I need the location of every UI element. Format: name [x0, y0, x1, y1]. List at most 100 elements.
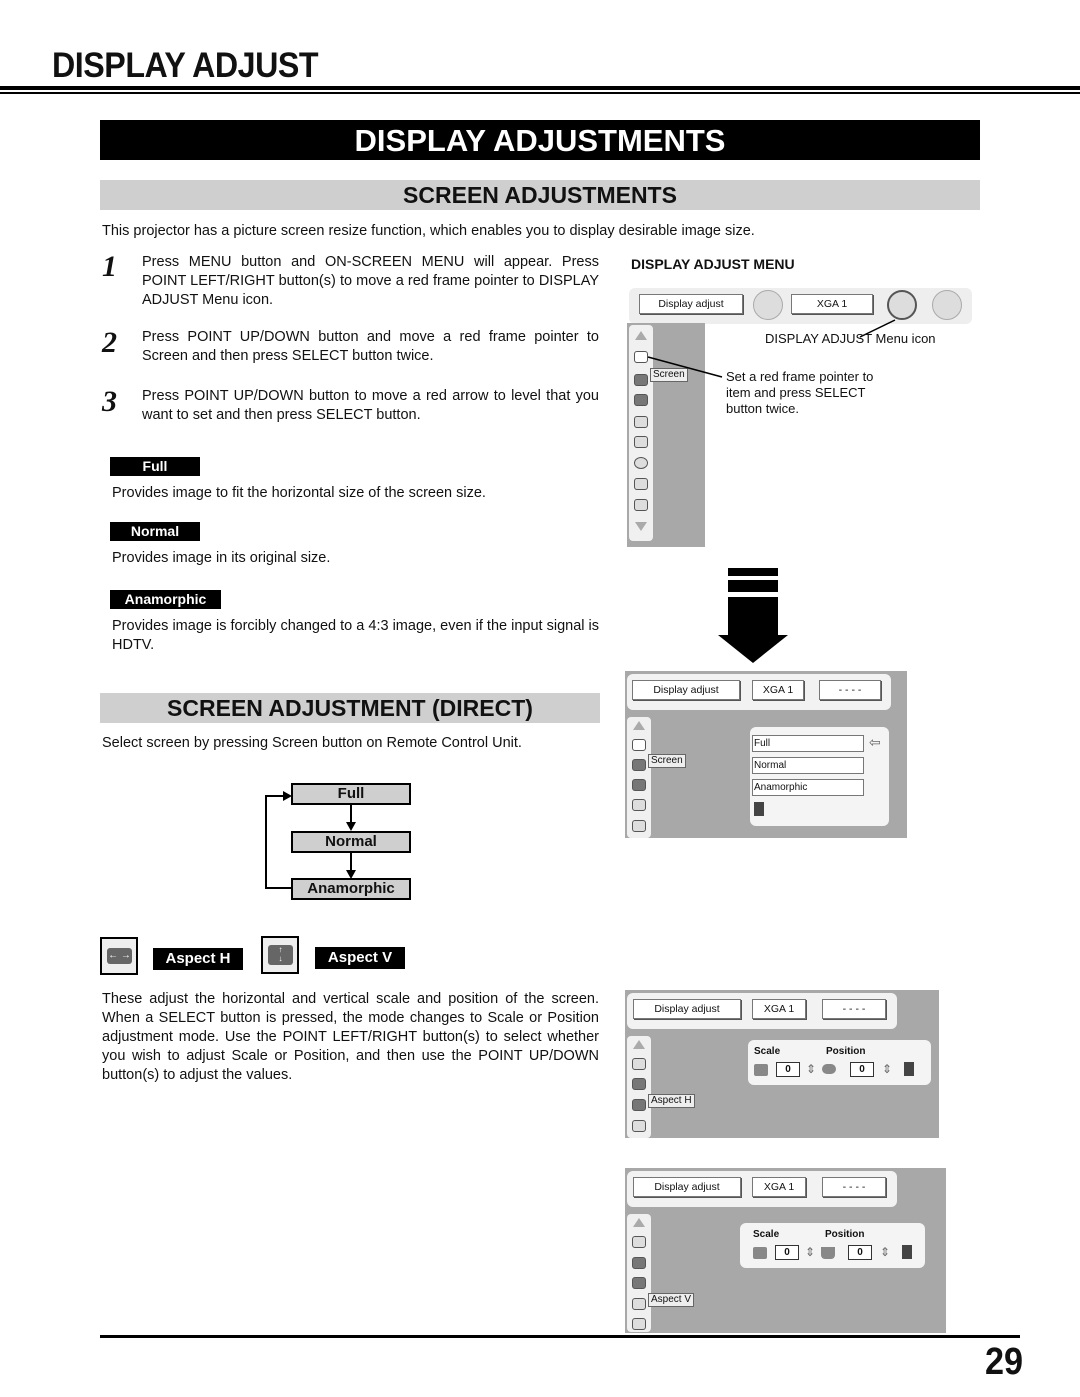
- mode-tag-full: Full: [110, 457, 200, 476]
- aspect-v-icon: ↑ ↓: [268, 945, 293, 965]
- screen-icon[interactable]: [632, 1236, 646, 1248]
- mode-description: Provides image in its original size.: [112, 550, 331, 566]
- aspect-v-adjust-panel: Scale Position 0 ⇕ 0 ⇕: [740, 1223, 925, 1268]
- osd-blank[interactable]: - - - -: [822, 1177, 886, 1197]
- callout-menu-icon: DISPLAY ADJUST Menu icon: [765, 331, 936, 346]
- position-updown-icon[interactable]: ⇕: [882, 1062, 892, 1076]
- osd-sidebar: [627, 1214, 651, 1332]
- option-full[interactable]: Full: [752, 735, 864, 752]
- aspect-h-icon-frame: ← →: [100, 937, 138, 975]
- mode-description: Provides image to fit the horizontal siz…: [112, 485, 486, 501]
- aspect-h-icon[interactable]: [632, 759, 646, 771]
- scale-value[interactable]: 0: [776, 1062, 800, 1077]
- intro-text: This projector has a picture screen resi…: [102, 223, 755, 239]
- osd-blank[interactable]: - - - -: [819, 680, 881, 700]
- step-number: 2: [102, 326, 117, 359]
- osd-aspect-h-menu: Display adjust XGA 1 - - - - Aspect H Sc…: [625, 990, 939, 1138]
- store-icon[interactable]: [634, 499, 648, 511]
- aspect-v-icon[interactable]: [632, 1277, 646, 1289]
- osd-aspect-v-menu: Display adjust XGA 1 - - - - Aspect V Sc…: [625, 1168, 946, 1333]
- osd-source[interactable]: XGA 1: [752, 1177, 806, 1197]
- footer-rule: [100, 1335, 1020, 1338]
- position-updown-icon[interactable]: ⇕: [880, 1245, 890, 1259]
- title-rule: [0, 86, 1080, 90]
- screen-icon[interactable]: [632, 1058, 646, 1070]
- osd-source[interactable]: XGA 1: [752, 999, 806, 1019]
- ceiling-icon[interactable]: [634, 436, 648, 448]
- scale-icon[interactable]: [753, 1247, 767, 1259]
- scroll-up-icon[interactable]: [633, 1040, 645, 1049]
- screen-adjustment-direct-heading: SCREEN ADJUSTMENT (DIRECT): [100, 693, 600, 723]
- osd-top-bar: Display adjust XGA 1 - - - -: [627, 674, 891, 710]
- arrow-bar: [728, 568, 778, 576]
- screen-icon[interactable]: [632, 739, 646, 751]
- exit-icon[interactable]: [754, 802, 764, 816]
- down-arrow-icon: [718, 635, 788, 663]
- arrow-bar: [728, 580, 778, 592]
- scale-updown-icon[interactable]: ⇕: [805, 1245, 815, 1259]
- keystone-icon[interactable]: [632, 799, 646, 811]
- aspect-h-icon[interactable]: [632, 1078, 646, 1090]
- osd-sidebar: [627, 717, 651, 838]
- scale-label: Scale: [753, 1229, 780, 1240]
- osd-menu-name[interactable]: Display adjust: [632, 680, 740, 700]
- screen-mode-flow-diagram: Full Normal Anamorphic: [255, 780, 425, 905]
- flow-box-normal: Normal: [291, 831, 411, 853]
- mode-description: Provides image is forcibly changed to a …: [112, 618, 599, 653]
- scale-value[interactable]: 0: [775, 1245, 799, 1260]
- aspect-h-icon: ← →: [107, 948, 132, 964]
- osd-item-label-screen: Screen: [648, 754, 686, 768]
- step-number: 1: [102, 250, 117, 283]
- main-banner: DISPLAY ADJUSTMENTS: [100, 120, 980, 160]
- flow-box-full: Full: [291, 783, 411, 805]
- aspect-v-icon[interactable]: [632, 1099, 646, 1111]
- exit-icon[interactable]: [904, 1062, 914, 1076]
- step-number: 3: [102, 385, 117, 418]
- osd-item-label-aspect-h: Aspect H: [648, 1094, 695, 1108]
- aspect-v-icon[interactable]: [632, 779, 646, 791]
- aspect-v-icon-frame: ↑ ↓: [261, 936, 299, 974]
- aspect-v-tag: Aspect V: [315, 947, 405, 969]
- scale-icon[interactable]: [754, 1064, 768, 1076]
- option-anamorphic[interactable]: Anamorphic: [752, 779, 864, 796]
- osd-menu-name[interactable]: Display adjust: [633, 999, 741, 1019]
- option-normal[interactable]: Normal: [752, 757, 864, 774]
- scroll-up-icon[interactable]: [633, 1218, 645, 1227]
- keystone-icon[interactable]: [632, 1120, 646, 1132]
- scroll-down-icon[interactable]: [635, 522, 647, 531]
- osd-top-bar: Display adjust XGA 1 - - - -: [627, 1171, 897, 1207]
- image-menu-icon[interactable]: [932, 290, 962, 320]
- osd-source[interactable]: XGA 1: [752, 680, 804, 700]
- aspect-h-icon[interactable]: [632, 1257, 646, 1269]
- osd-item-label-aspect-v: Aspect V: [648, 1293, 695, 1307]
- toggle-icon[interactable]: [634, 478, 648, 490]
- step-text: Press POINT UP/DOWN button and move a re…: [142, 329, 599, 364]
- ceiling-icon[interactable]: [632, 1318, 646, 1330]
- osd-top-bar: Display adjust XGA 1 - - - -: [627, 993, 897, 1029]
- position-value[interactable]: 0: [848, 1245, 872, 1260]
- title-rule-thin: [0, 92, 1080, 94]
- ceiling-icon[interactable]: [632, 820, 646, 832]
- position-value[interactable]: 0: [850, 1062, 874, 1077]
- scroll-up-icon[interactable]: [633, 721, 645, 730]
- exit-icon[interactable]: [902, 1245, 912, 1259]
- keystone-icon[interactable]: [632, 1298, 646, 1310]
- scale-label: Scale: [754, 1046, 781, 1057]
- scale-updown-icon[interactable]: ⇕: [806, 1062, 816, 1076]
- flow-box-anamorphic: Anamorphic: [291, 878, 411, 900]
- position-label: Position: [825, 1229, 865, 1240]
- position-icon[interactable]: [822, 1064, 836, 1074]
- aspect-h-tag: Aspect H: [153, 948, 243, 970]
- keystone-icon[interactable]: [634, 416, 648, 428]
- osd-menu-name[interactable]: Display adjust: [633, 1177, 741, 1197]
- aspect-description: These adjust the horizontal and vertical…: [102, 991, 599, 1083]
- position-icon[interactable]: [821, 1247, 835, 1259]
- osd-sidebar: [627, 1036, 651, 1138]
- mode-tag-normal: Normal: [110, 522, 200, 541]
- aspect-v-icon[interactable]: [634, 394, 648, 406]
- osd-blank[interactable]: - - - -: [822, 999, 886, 1019]
- display-adjust-menu-heading: DISPLAY ADJUST MENU: [631, 256, 795, 272]
- page-number: 29: [985, 1341, 1024, 1383]
- rear-icon[interactable]: [634, 457, 648, 469]
- step-text: Press POINT UP/DOWN button to move a red…: [142, 388, 599, 423]
